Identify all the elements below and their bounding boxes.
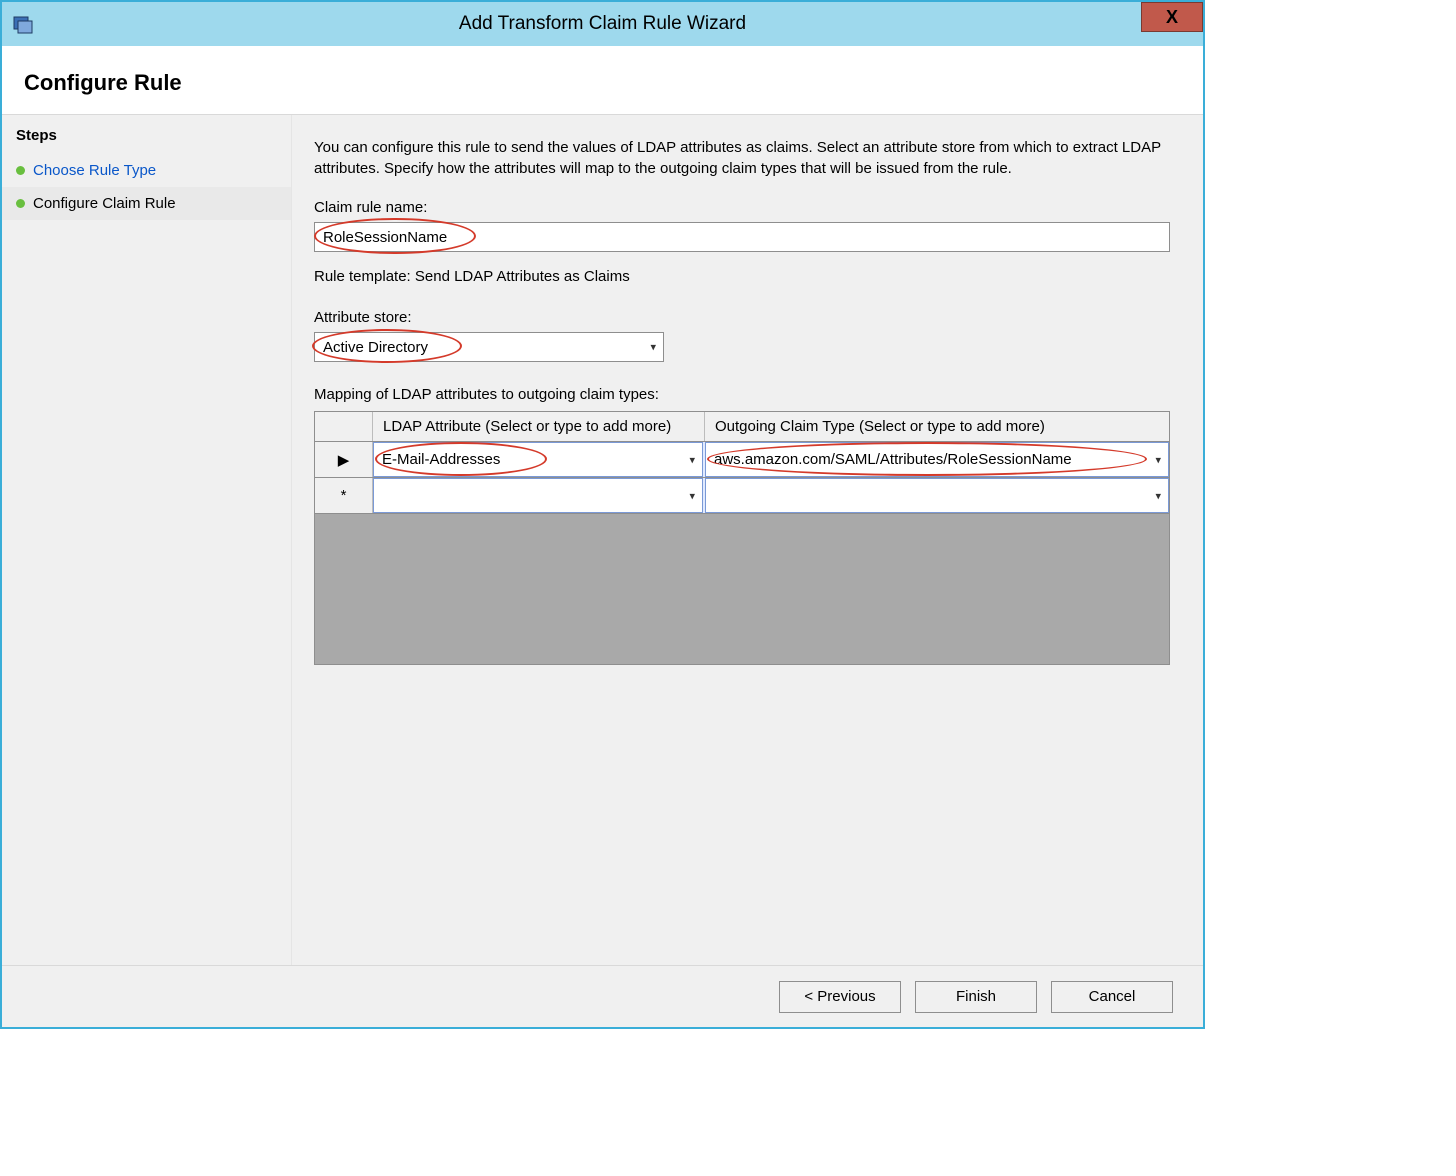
main-panel: You can configure this rule to send the … — [292, 115, 1203, 965]
step-bullet-icon — [16, 199, 25, 208]
col-header-ldap: LDAP Attribute (Select or type to add mo… — [373, 412, 705, 441]
footer-buttons: < Previous Finish Cancel — [2, 965, 1203, 1027]
close-icon: X — [1166, 7, 1178, 28]
window-title: Add Transform Claim Rule Wizard — [2, 13, 1203, 35]
grid-header-row: LDAP Attribute (Select or type to add mo… — [315, 412, 1169, 442]
page-header: Configure Rule — [2, 46, 1203, 115]
wizard-body: Steps Choose Rule Type Configure Claim R… — [2, 115, 1203, 965]
step-configure-claim-rule[interactable]: Configure Claim Rule — [2, 187, 291, 220]
outgoing-claim-cell: ▾ — [705, 478, 1169, 513]
col-header-claim: Outgoing Claim Type (Select or type to a… — [705, 412, 1169, 441]
row-indicator-new: * — [315, 478, 373, 513]
attribute-store-label: Attribute store: — [314, 309, 1173, 326]
wizard-window: Add Transform Claim Rule Wizard X Config… — [0, 0, 1205, 1029]
page-title: Configure Rule — [24, 70, 182, 95]
step-label: Configure Claim Rule — [33, 195, 176, 212]
attribute-store-select[interactable]: Active Directory — [314, 332, 664, 362]
ldap-attribute-combo[interactable] — [373, 442, 703, 477]
app-icon — [12, 13, 34, 35]
grid-row: ▶ ▾ ▾ — [315, 442, 1169, 478]
cancel-button[interactable]: Cancel — [1051, 981, 1173, 1013]
previous-button[interactable]: < Previous — [779, 981, 901, 1013]
mapping-grid: LDAP Attribute (Select or type to add mo… — [314, 411, 1170, 665]
finish-button[interactable]: Finish — [915, 981, 1037, 1013]
outgoing-claim-combo[interactable] — [705, 478, 1169, 513]
claim-rule-name-label: Claim rule name: — [314, 199, 1173, 216]
ldap-attribute-combo[interactable] — [373, 478, 703, 513]
close-button[interactable]: X — [1141, 2, 1203, 32]
ldap-attribute-cell: ▾ — [373, 478, 705, 513]
step-choose-rule-type[interactable]: Choose Rule Type — [2, 154, 291, 187]
row-indicator-current: ▶ — [315, 442, 373, 477]
titlebar: Add Transform Claim Rule Wizard X — [2, 2, 1203, 46]
grid-empty-area — [315, 514, 1169, 664]
step-label: Choose Rule Type — [33, 162, 156, 179]
description-text: You can configure this rule to send the … — [314, 137, 1173, 179]
outgoing-claim-combo[interactable] — [705, 442, 1169, 477]
row-header-spacer — [315, 412, 373, 441]
steps-sidebar: Steps Choose Rule Type Configure Claim R… — [2, 115, 292, 965]
ldap-attribute-cell: ▾ — [373, 442, 705, 477]
grid-row-new: * ▾ ▾ — [315, 478, 1169, 514]
claim-rule-name-input[interactable] — [314, 222, 1170, 252]
outgoing-claim-cell: ▾ — [705, 442, 1169, 477]
rule-template-text: Rule template: Send LDAP Attributes as C… — [314, 268, 1173, 285]
step-bullet-icon — [16, 166, 25, 175]
steps-heading: Steps — [2, 121, 291, 154]
mapping-label: Mapping of LDAP attributes to outgoing c… — [314, 386, 1173, 403]
